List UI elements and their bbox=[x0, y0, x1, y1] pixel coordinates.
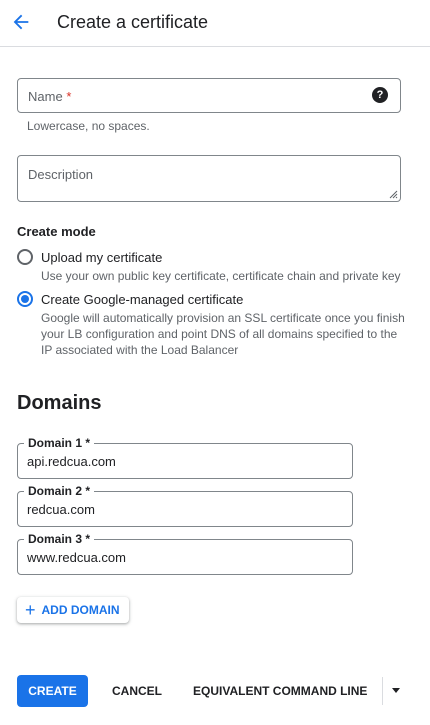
name-field-label: Name * bbox=[28, 89, 72, 104]
radio-upload-certificate[interactable] bbox=[17, 249, 33, 265]
dropdown-caret-icon[interactable] bbox=[392, 688, 400, 693]
description-field[interactable]: Description bbox=[17, 155, 401, 202]
page-title: Create a certificate bbox=[57, 12, 209, 32]
name-hint: Lowercase, no spaces. bbox=[27, 119, 150, 133]
create-button[interactable]: CREATE bbox=[17, 675, 88, 707]
domain-1-field[interactable]: Domain 1 * api.redcua.com bbox=[17, 436, 353, 479]
description-field-label: Description bbox=[28, 167, 94, 182]
domain-1-value[interactable]: api.redcua.com bbox=[27, 454, 116, 469]
equivalent-command-line-button[interactable]: EQUIVALENT COMMAND LINE bbox=[193, 684, 367, 698]
back-arrow-icon[interactable] bbox=[10, 11, 32, 33]
name-field[interactable]: Name * ? bbox=[17, 78, 401, 113]
domain-3-label: Domain 3 * bbox=[24, 532, 95, 546]
domain-3-field[interactable]: Domain 3 * www.redcua.com bbox=[17, 532, 353, 575]
add-domain-button[interactable]: + ADD DOMAIN bbox=[17, 597, 129, 623]
domains-heading: Domains bbox=[17, 392, 102, 414]
domain-2-field[interactable]: Domain 2 * redcua.com bbox=[17, 484, 353, 527]
plus-icon: + bbox=[25, 600, 36, 620]
create-mode-label: Create mode bbox=[17, 224, 96, 239]
radio-google-managed-desc: Google will automatically provision an S… bbox=[41, 311, 405, 357]
radio-google-managed-label[interactable]: Create Google-managed certificate bbox=[41, 292, 243, 307]
radio-upload-certificate-label[interactable]: Upload my certificate bbox=[41, 250, 162, 265]
button-divider bbox=[382, 677, 383, 705]
domain-3-value[interactable]: www.redcua.com bbox=[27, 550, 126, 565]
help-icon[interactable]: ? bbox=[372, 87, 388, 103]
add-domain-label: ADD DOMAIN bbox=[41, 603, 120, 617]
cancel-button[interactable]: CANCEL bbox=[112, 684, 162, 698]
radio-upload-certificate-desc: Use your own public key certificate, cer… bbox=[41, 269, 401, 283]
domain-1-label: Domain 1 * bbox=[24, 436, 95, 450]
domain-2-label: Domain 2 * bbox=[24, 484, 95, 498]
resize-handle-icon[interactable] bbox=[389, 190, 398, 199]
required-mark: * bbox=[66, 89, 72, 104]
domain-2-value[interactable]: redcua.com bbox=[27, 502, 95, 517]
radio-google-managed-certificate[interactable] bbox=[17, 291, 33, 307]
page-header: Create a certificate bbox=[0, 0, 430, 47]
